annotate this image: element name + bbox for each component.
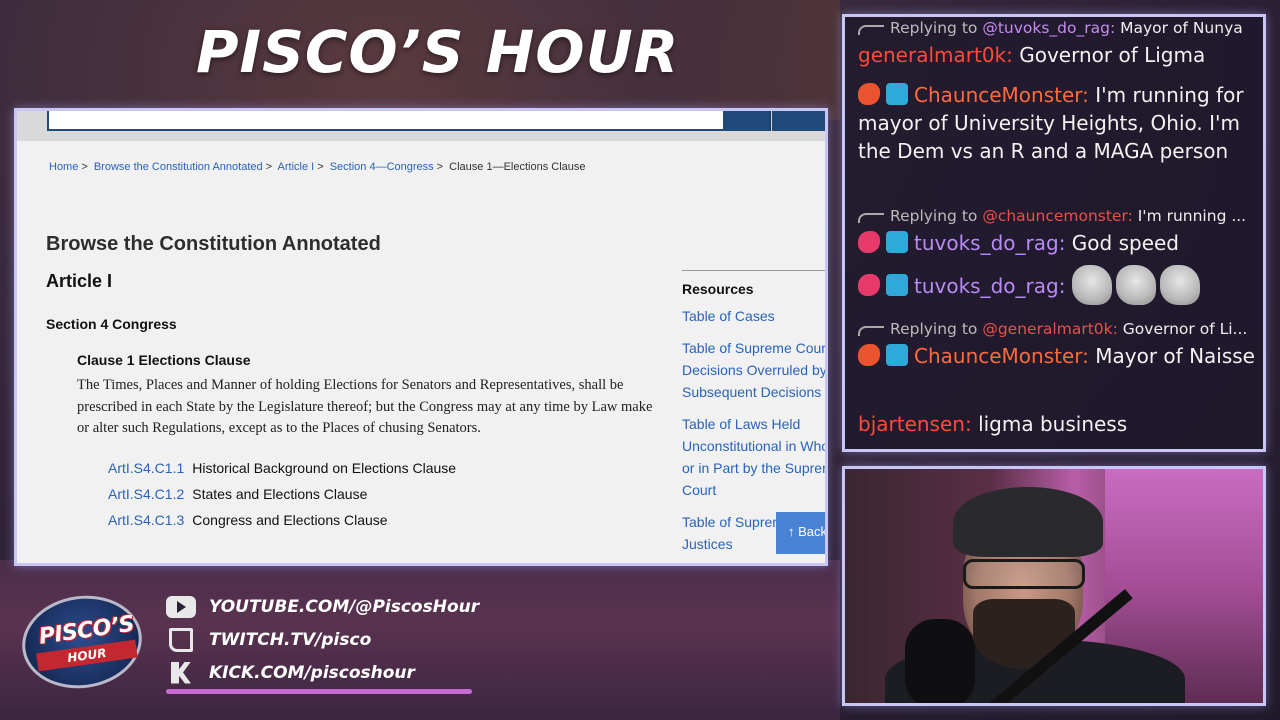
chat-username[interactable]: ChaunceMonster: [914,344,1089,368]
reply-context: Replying to @tuvoks_do_rag: Mayor of Nun… [858,19,1258,41]
kick-icon [171,661,191,684]
pig-badge-icon [858,83,880,105]
list-item: ArtI.S4.C1.1 Historical Background on Ele… [108,460,456,486]
page-title: Browse the Constitution Annotated [46,233,381,255]
webcam-cap [953,487,1103,557]
chat-panel: Replying to @tuvoks_do_rag: Mayor of Nun… [842,14,1266,452]
chat-message: tuvoks_do_rag: [858,265,1258,305]
chat-text: Mayor of Naisse [1095,344,1255,368]
annotation-title: Historical Background on Elections Claus… [192,460,457,476]
chat-text: Governor of Ligma [1019,43,1206,67]
microphone [905,619,975,703]
back-to-top-button[interactable]: ↑ Back [776,512,825,554]
annotation-title: States and Elections Clause [192,486,368,502]
crown-badge-icon [886,231,908,253]
breadcrumb-home[interactable]: Home [49,161,78,173]
reply-icon [858,25,884,35]
list-item: ArtI.S4.C1.2 States and Elections Clause [108,486,456,512]
pig-badge-icon [858,231,880,253]
crown-badge-icon [886,83,908,105]
breadcrumb-section[interactable]: Section 4—Congress [330,161,434,173]
annotation-code-link[interactable]: ArtI.S4.C1.3 [108,512,184,528]
twitch-icon [169,627,193,652]
annotation-code-link[interactable]: ArtI.S4.C1.2 [108,486,184,502]
breadcrumb-current: Clause 1—Elections Clause [449,161,586,173]
webcam-feed [842,466,1266,706]
shark-emote-icon [1159,265,1200,305]
chat-username[interactable]: tuvoks_do_rag: [914,231,1065,255]
chat-text: ligma business [978,412,1128,436]
show-title: PISCO’S HOUR [196,18,680,86]
chat-message: Replying to @chauncemonster: I'm running… [858,207,1258,257]
chat-username[interactable]: generalmart0k: [858,43,1013,67]
search-button[interactable] [725,111,771,131]
social-underline [166,689,472,694]
social-link-kick[interactable]: KICK.COM/piscoshour [166,656,479,689]
chat-text: God speed [1071,231,1180,255]
breadcrumb-browse[interactable]: Browse the Constitution Annotated [94,161,263,173]
social-link-twitch[interactable]: TWITCH.TV/pisco [166,623,479,656]
resource-link-overruled[interactable]: Table of Supreme Court Decisions Overrul… [682,337,825,403]
search-strip [17,111,825,141]
social-links: YOUTUBE.COM/@PiscosHour TWITCH.TV/pisco … [166,590,479,689]
breadcrumb: Home > Browse the Constitution Annotated >… [49,161,586,173]
article-heading: Article I [46,271,113,291]
arrow-up-icon: ↑ [788,524,795,539]
crown-badge-icon [886,274,908,296]
search-input[interactable] [47,111,725,131]
resource-link-unconstitutional[interactable]: Table of Laws Held Unconstitutional in W… [682,413,825,501]
chat-username[interactable]: bjartensen: [858,412,972,436]
reply-icon [858,213,884,223]
chat-username[interactable]: tuvoks_do_rag: [914,274,1065,298]
pig-badge-icon [858,344,880,366]
search-options-button[interactable] [772,111,825,131]
webcam-glasses [963,559,1085,589]
list-item: ArtI.S4.C1.3 Congress and Elections Claus… [108,512,456,538]
pig-badge-icon [858,274,880,296]
annotation-list: ArtI.S4.C1.1 Historical Background on Ele… [108,460,456,538]
youtube-icon [166,595,196,618]
browser-capture-panel: Home > Browse the Constitution Annotated >… [14,108,828,566]
chat-message: Replying to @tuvoks_do_rag: Mayor of Nun… [858,19,1258,69]
annotation-title: Congress and Elections Clause [192,512,388,528]
chat-message: ChaunceMonster: I'm running for mayor of… [858,81,1258,165]
clause-heading: Clause 1 Elections Clause [77,352,251,368]
chat-username[interactable]: ChaunceMonster: [914,83,1089,107]
chat-message: bjartensen: ligma business [858,410,1258,438]
breadcrumb-article[interactable]: Article I [278,161,315,173]
chat-message: Replying to @generalmart0k: Governor of … [858,320,1258,370]
section-heading: Section 4 Congress [46,316,177,332]
shark-emote-icon [1115,265,1156,305]
social-link-youtube[interactable]: YOUTUBE.COM/@PiscosHour [166,590,479,623]
reply-icon [858,326,884,336]
annotation-code-link[interactable]: ArtI.S4.C1.1 [108,460,184,476]
shark-emote-icon [1071,265,1112,305]
resource-link-cases[interactable]: Table of Cases [682,305,825,327]
reply-context: Replying to @chauncemonster: I'm running… [858,207,1258,229]
reply-context: Replying to @generalmart0k: Governor of … [858,320,1258,342]
crown-badge-icon [886,344,908,366]
clause-text: The Times, Places and Manner of holding … [77,377,653,436]
resources-heading: Resources [682,281,754,297]
